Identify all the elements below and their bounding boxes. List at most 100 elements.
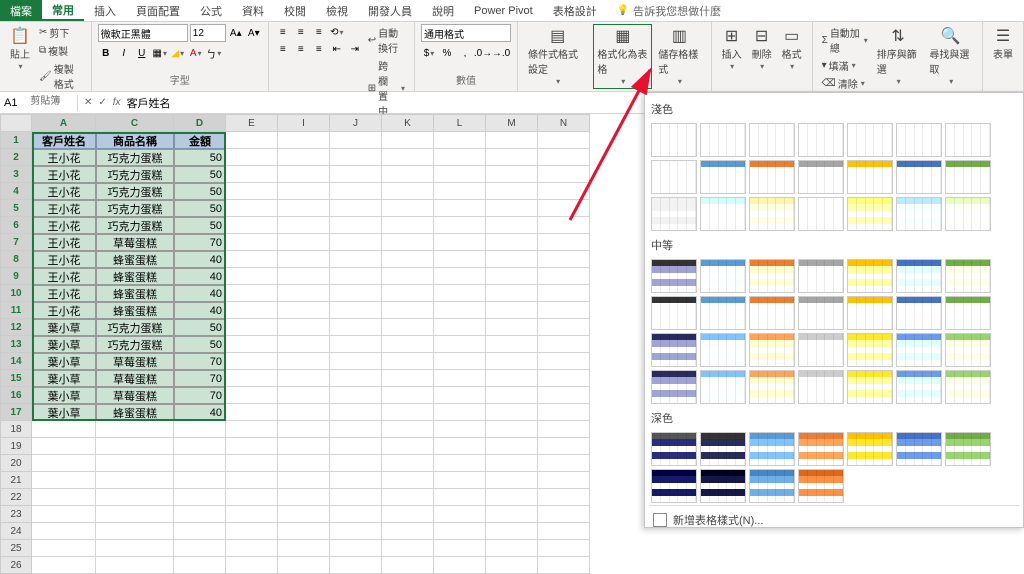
cell[interactable]	[278, 166, 330, 183]
cell[interactable]: 客戶姓名	[32, 132, 96, 149]
cell[interactable]	[226, 370, 278, 387]
table-style-swatch[interactable]	[798, 197, 844, 231]
cell[interactable]	[486, 387, 538, 404]
cell[interactable]	[382, 421, 434, 438]
cell[interactable]	[538, 336, 590, 353]
cell[interactable]	[226, 200, 278, 217]
format-painter-button[interactable]: 🖌複製格式	[36, 60, 85, 92]
insert-cells-button[interactable]: ⊞插入	[718, 24, 746, 74]
cell[interactable]	[226, 540, 278, 557]
row-header-13[interactable]: 13	[0, 336, 32, 353]
tab-Power Pivot[interactable]: Power Pivot	[464, 0, 543, 21]
cell[interactable]	[382, 319, 434, 336]
cell[interactable]	[278, 336, 330, 353]
cell[interactable]: 50	[174, 200, 226, 217]
tab-常用[interactable]: 常用	[42, 0, 84, 21]
row-header-5[interactable]: 5	[0, 200, 32, 217]
confirm-formula-button[interactable]: ✓	[98, 97, 106, 108]
cell[interactable]	[486, 217, 538, 234]
cell[interactable]	[538, 183, 590, 200]
cell[interactable]	[486, 234, 538, 251]
table-style-swatch[interactable]	[945, 160, 991, 194]
cell[interactable]	[226, 336, 278, 353]
table-style-swatch[interactable]	[847, 296, 893, 330]
cell[interactable]	[226, 506, 278, 523]
row-header-17[interactable]: 17	[0, 404, 32, 421]
cell[interactable]	[486, 523, 538, 540]
format-as-table-button[interactable]: ▦格式化為表格	[593, 24, 652, 89]
table-style-swatch[interactable]	[700, 296, 746, 330]
table-style-swatch[interactable]	[896, 296, 942, 330]
cell[interactable]: 70	[174, 387, 226, 404]
cell[interactable]	[486, 353, 538, 370]
cell[interactable]	[330, 370, 382, 387]
cell[interactable]	[434, 506, 486, 523]
cell[interactable]	[486, 132, 538, 149]
row-header-12[interactable]: 12	[0, 319, 32, 336]
row-header-4[interactable]: 4	[0, 183, 32, 200]
cell[interactable]	[382, 557, 434, 574]
cell[interactable]	[330, 421, 382, 438]
cell[interactable]	[96, 557, 174, 574]
cell[interactable]: 40	[174, 302, 226, 319]
cell[interactable]: 蜂蜜蛋糕	[96, 404, 174, 421]
new-table-style-button[interactable]: 新增表格樣式(N)...	[649, 505, 1019, 528]
cell[interactable]	[278, 455, 330, 472]
cell[interactable]	[434, 438, 486, 455]
table-style-swatch[interactable]	[896, 259, 942, 293]
table-style-swatch[interactable]	[749, 259, 795, 293]
phonetic-button[interactable]: ㄅ	[206, 45, 222, 61]
table-style-swatch[interactable]	[651, 469, 697, 503]
align-top-button[interactable]: ≡	[275, 24, 291, 40]
table-style-swatch[interactable]	[749, 160, 795, 194]
cell[interactable]	[278, 319, 330, 336]
cell[interactable]	[486, 302, 538, 319]
table-style-swatch[interactable]	[651, 333, 697, 367]
cell[interactable]	[226, 132, 278, 149]
cell[interactable]: 王小花	[32, 200, 96, 217]
col-header-N[interactable]: N	[538, 114, 590, 132]
row-header-11[interactable]: 11	[0, 302, 32, 319]
table-style-swatch[interactable]	[896, 333, 942, 367]
cell[interactable]	[330, 472, 382, 489]
cell[interactable]	[538, 251, 590, 268]
table-style-swatch[interactable]	[749, 469, 795, 503]
find-select-button[interactable]: 🔍尋找與選取	[925, 24, 976, 89]
row-header-18[interactable]: 18	[0, 421, 32, 438]
tab-說明[interactable]: 說明	[422, 0, 464, 21]
cell[interactable]	[330, 336, 382, 353]
cell[interactable]	[32, 523, 96, 540]
fill-button[interactable]: ▾填滿	[819, 57, 871, 74]
cell[interactable]: 40	[174, 285, 226, 302]
cell[interactable]	[538, 404, 590, 421]
cell[interactable]	[226, 302, 278, 319]
cell[interactable]	[174, 523, 226, 540]
cell[interactable]	[382, 132, 434, 149]
cell[interactable]	[226, 557, 278, 574]
row-header-14[interactable]: 14	[0, 353, 32, 370]
cell[interactable]	[434, 336, 486, 353]
conditional-formatting-button[interactable]: ▤條件式格式設定	[524, 24, 591, 89]
cell[interactable]	[382, 234, 434, 251]
font-size-select[interactable]	[190, 24, 226, 42]
cell[interactable]	[278, 149, 330, 166]
autosum-button[interactable]: Σ自動加總	[819, 24, 871, 56]
cell[interactable]	[538, 302, 590, 319]
table-style-swatch[interactable]	[700, 469, 746, 503]
cell[interactable]	[174, 455, 226, 472]
orientation-button[interactable]: ⟲	[329, 24, 345, 40]
row-header-10[interactable]: 10	[0, 285, 32, 302]
cell[interactable]	[330, 302, 382, 319]
cell[interactable]	[226, 404, 278, 421]
cell[interactable]	[96, 489, 174, 506]
cell[interactable]	[278, 217, 330, 234]
cell[interactable]	[382, 370, 434, 387]
row-header-20[interactable]: 20	[0, 455, 32, 472]
table-style-swatch[interactable]	[700, 333, 746, 367]
border-button[interactable]: ▦	[152, 45, 168, 61]
cell[interactable]	[330, 166, 382, 183]
cell[interactable]	[226, 472, 278, 489]
cell[interactable]	[32, 472, 96, 489]
table-style-swatch[interactable]	[749, 123, 795, 157]
cell[interactable]	[434, 132, 486, 149]
